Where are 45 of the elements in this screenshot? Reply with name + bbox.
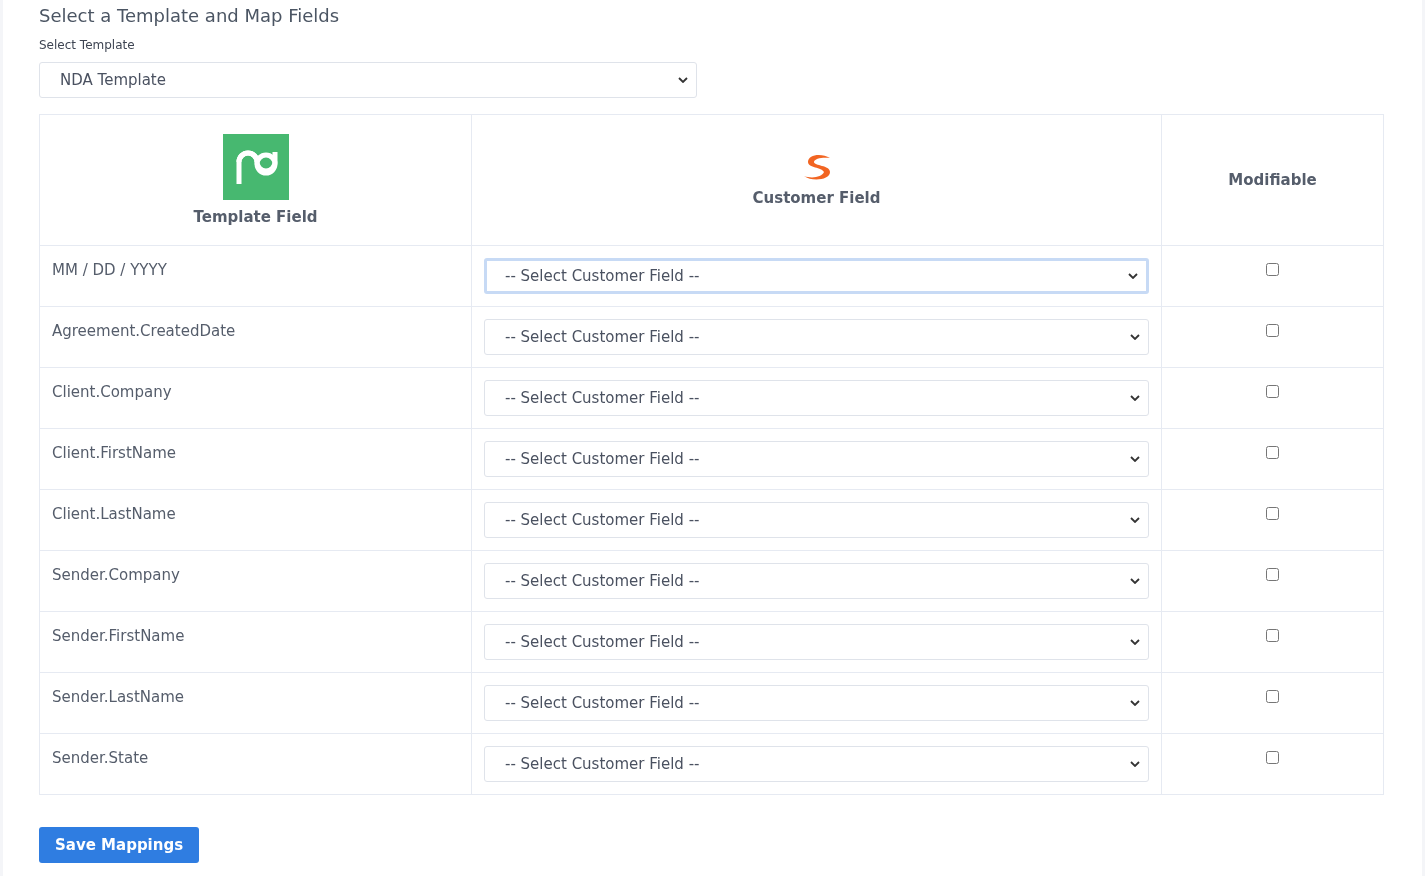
column-header: Modifiable <box>1228 171 1317 189</box>
customer-field-select[interactable]: -- Select Customer Field -- <box>484 258 1149 294</box>
modifiable-checkbox[interactable] <box>1266 568 1279 581</box>
modifiable-checkbox[interactable] <box>1266 751 1279 764</box>
chevron-down-icon <box>1130 639 1140 645</box>
logo-icon <box>222 134 289 200</box>
customer-field-select[interactable]: -- Select Customer Field -- <box>484 563 1149 599</box>
template-select[interactable]: NDA Template <box>39 62 697 98</box>
template-field-name: Client.Company <box>52 383 172 401</box>
template-field-name: Client.FirstName <box>52 444 176 462</box>
template-field-name: Client.LastName <box>52 505 176 523</box>
chevron-down-icon <box>1130 517 1140 523</box>
modifiable-checkbox[interactable] <box>1266 385 1279 398</box>
customer-field-select[interactable]: -- Select Customer Field -- <box>484 441 1149 477</box>
customer-field-select[interactable]: -- Select Customer Field -- <box>484 685 1149 721</box>
column-header: Customer Field <box>752 189 881 207</box>
template-field-name: Sender.State <box>52 749 149 767</box>
template-field-name: Agreement.CreatedDate <box>52 322 236 340</box>
modifiable-checkbox[interactable] <box>1266 263 1279 276</box>
customer-field-select[interactable]: -- Select Customer Field -- <box>484 746 1149 782</box>
template-field-name: MM / DD / YYYY <box>52 261 167 279</box>
customer-field-select[interactable]: -- Select Customer Field -- <box>484 624 1149 660</box>
chevron-down-icon <box>1130 700 1140 706</box>
page-title: Select a Template and Map Fields <box>39 4 341 28</box>
column-header: Template Field <box>193 208 318 226</box>
customer-field-select[interactable]: -- Select Customer Field -- <box>484 319 1149 355</box>
modifiable-checkbox[interactable] <box>1266 507 1279 520</box>
template-field-name: Sender.FirstName <box>52 627 185 645</box>
chevron-down-icon <box>678 77 688 83</box>
chevron-down-icon <box>1130 761 1140 767</box>
customer-field-select[interactable]: -- Select Customer Field -- <box>484 502 1149 538</box>
modifiable-checkbox[interactable] <box>1266 446 1279 459</box>
save-mappings-button[interactable]: Save Mappings <box>39 827 200 863</box>
customer-field-select[interactable]: -- Select Customer Field -- <box>484 380 1149 416</box>
chevron-down-icon <box>1130 334 1140 340</box>
chevron-down-icon <box>1130 456 1140 462</box>
template-field-name: Sender.Company <box>52 566 180 584</box>
modifiable-checkbox[interactable] <box>1266 324 1279 337</box>
chevron-down-icon <box>1130 578 1140 584</box>
modifiable-checkbox[interactable] <box>1266 629 1279 642</box>
chevron-down-icon <box>1128 273 1138 279</box>
template-field-name: Sender.LastName <box>52 688 185 706</box>
chevron-down-icon <box>1130 395 1140 401</box>
modifiable-checkbox[interactable] <box>1266 690 1279 703</box>
field-label: Select Template <box>39 38 136 52</box>
